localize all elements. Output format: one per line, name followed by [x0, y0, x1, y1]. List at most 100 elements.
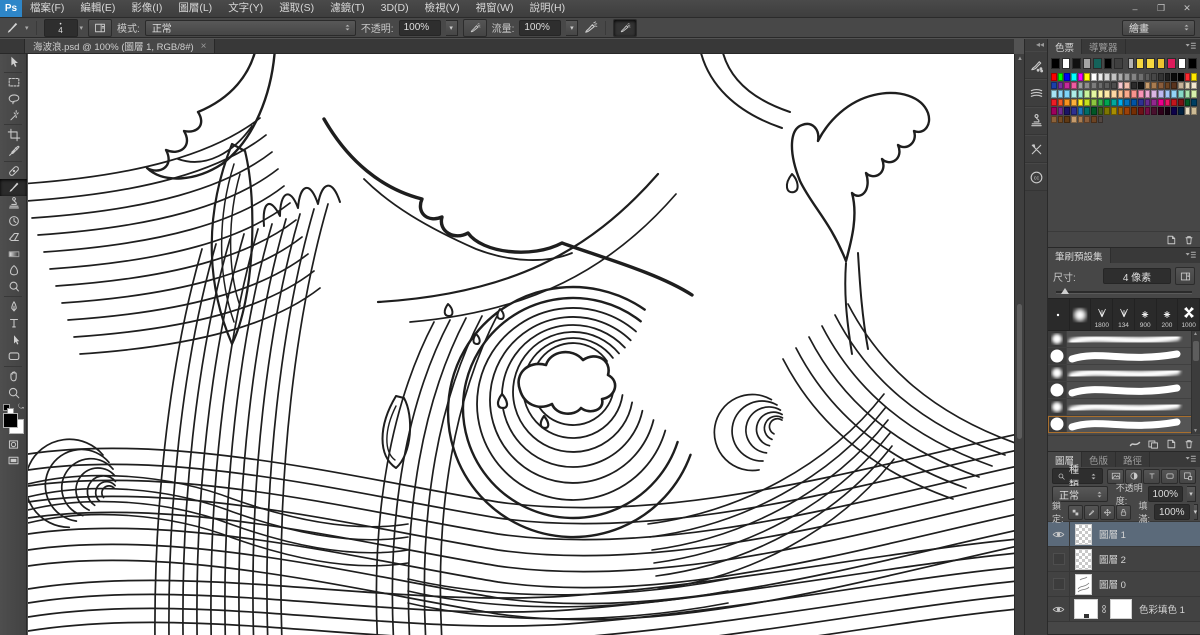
pressure-size-toggle[interactable] [613, 19, 637, 37]
color-swatch[interactable] [1098, 73, 1104, 81]
recent-swatch[interactable] [1188, 58, 1197, 69]
color-swatch[interactable] [1185, 90, 1191, 98]
brush-size-field[interactable]: 4 像素 [1103, 268, 1171, 284]
color-swatch[interactable] [1151, 107, 1157, 115]
recent-swatch[interactable] [1072, 58, 1081, 69]
color-swatch[interactable] [1051, 90, 1057, 98]
visibility-toggle[interactable] [1048, 547, 1070, 571]
color-swatch[interactable] [1118, 73, 1124, 81]
color-swatch[interactable] [1091, 90, 1097, 98]
color-swatch[interactable] [1098, 107, 1104, 115]
color-swatch[interactable] [1091, 73, 1097, 81]
filter-shape-button[interactable] [1161, 469, 1178, 484]
color-swatch[interactable] [1158, 82, 1164, 90]
scroll-up-icon[interactable]: ▲ [1017, 56, 1023, 62]
color-swatch[interactable] [1084, 107, 1090, 115]
color-swatch[interactable] [1165, 99, 1171, 107]
document-canvas[interactable] [28, 54, 1014, 635]
color-swatch[interactable] [1131, 73, 1137, 81]
color-swatch[interactable] [1058, 90, 1064, 98]
color-swatch[interactable] [1118, 107, 1124, 115]
brush-preset-row[interactable] [1048, 365, 1200, 382]
recent-swatch[interactable] [1136, 58, 1145, 69]
color-swatch[interactable] [1098, 99, 1104, 107]
menu-item-0[interactable]: 檔案(F) [22, 0, 72, 17]
color-swatch[interactable] [1158, 99, 1164, 107]
color-swatch[interactable] [1185, 99, 1191, 107]
menu-item-2[interactable]: 影像(I) [123, 0, 170, 17]
color-swatch[interactable] [1178, 82, 1184, 90]
panel-menu-icon[interactable] [1184, 248, 1200, 263]
recent-swatch[interactable] [1178, 58, 1187, 69]
panel-menu-icon[interactable] [1184, 452, 1200, 467]
color-swatch[interactable] [1191, 82, 1197, 90]
recent-swatch[interactable] [1093, 58, 1102, 69]
color-swatch[interactable] [1104, 90, 1110, 98]
color-swatch[interactable] [1124, 73, 1130, 81]
color-swatch[interactable] [1084, 82, 1090, 90]
color-swatch[interactable] [1138, 107, 1144, 115]
color-swatch[interactable] [1178, 107, 1184, 115]
color-swatch[interactable] [1098, 82, 1104, 90]
color-swatch[interactable] [1071, 107, 1077, 115]
color-swatch[interactable] [1091, 107, 1097, 115]
brush-tip-toggle-button[interactable] [1175, 267, 1195, 285]
color-swatch[interactable] [1051, 107, 1057, 115]
tool-preset-brush-icon[interactable] [5, 20, 20, 35]
color-swatch[interactable] [1111, 99, 1117, 107]
layer-row[interactable]: 圖層 0 [1048, 572, 1200, 597]
menu-item-3[interactable]: 圖層(L) [170, 0, 220, 17]
color-swatch[interactable] [1158, 107, 1164, 115]
filter-smart-button[interactable] [1179, 469, 1196, 484]
layer-opacity-value[interactable]: 100% [1148, 486, 1184, 502]
tool-eraser[interactable] [0, 229, 27, 246]
airbrush-toggle[interactable] [583, 20, 598, 35]
color-swatch[interactable] [1185, 82, 1191, 90]
dock-icon-brush-panel[interactable] [1025, 79, 1047, 107]
color-swatch[interactable] [1058, 99, 1064, 107]
color-swatch[interactable] [1084, 73, 1090, 81]
color-swatch[interactable] [1165, 73, 1171, 81]
tool-type[interactable] [0, 315, 27, 332]
color-swatch[interactable] [1145, 99, 1151, 107]
color-swatch[interactable] [1138, 73, 1144, 81]
brush-size-slider[interactable] [1056, 287, 1192, 296]
recent-swatch[interactable] [1146, 58, 1155, 69]
color-swatch[interactable] [1171, 107, 1177, 115]
brush-tip-200[interactable]: 200 [1157, 299, 1179, 330]
tool-dodge[interactable] [0, 279, 27, 296]
quick-mask-button[interactable] [0, 436, 27, 453]
recent-swatch[interactable] [1062, 58, 1071, 69]
color-swatch[interactable] [1178, 90, 1184, 98]
color-swatch[interactable] [1165, 107, 1171, 115]
color-swatch[interactable] [1138, 99, 1144, 107]
panel-menu-icon[interactable] [1184, 39, 1200, 54]
tool-eyedropper[interactable] [0, 143, 27, 160]
color-swatch[interactable] [1091, 82, 1097, 90]
flow-dropdown-button[interactable]: ▾ [566, 20, 578, 36]
color-swatch[interactable] [1104, 73, 1110, 81]
tool-move[interactable] [0, 54, 27, 71]
color-swatch[interactable] [1104, 99, 1110, 107]
color-swatch[interactable] [1104, 107, 1110, 115]
color-swatch[interactable] [1078, 99, 1084, 107]
menu-item-8[interactable]: 檢視(V) [417, 0, 468, 17]
stroke-preview-toggle[interactable] [1129, 438, 1141, 450]
color-swatch[interactable] [1178, 99, 1184, 107]
scrollbar-thumb[interactable] [1017, 304, 1022, 439]
delete-swatch-button[interactable] [1183, 234, 1195, 246]
layer-thumbnail[interactable] [1075, 549, 1092, 570]
color-swatch[interactable] [1058, 82, 1064, 90]
color-swatch[interactable] [1111, 107, 1117, 115]
layer-thumbnail[interactable] [1075, 574, 1092, 595]
brush-size-preview[interactable]: •4 [44, 19, 78, 37]
swap-colors-icon[interactable]: ⤿ [18, 404, 24, 412]
visibility-toggle[interactable] [1048, 522, 1070, 546]
color-swatch[interactable] [1118, 82, 1124, 90]
brush-preset-row[interactable] [1048, 331, 1200, 348]
foreground-color-well[interactable] [3, 413, 18, 428]
toggle-brush-panel-button[interactable] [88, 19, 112, 37]
menu-item-9[interactable]: 視窗(W) [468, 0, 522, 17]
lock-pixels-button[interactable] [1084, 505, 1099, 520]
color-swatch[interactable] [1165, 82, 1171, 90]
